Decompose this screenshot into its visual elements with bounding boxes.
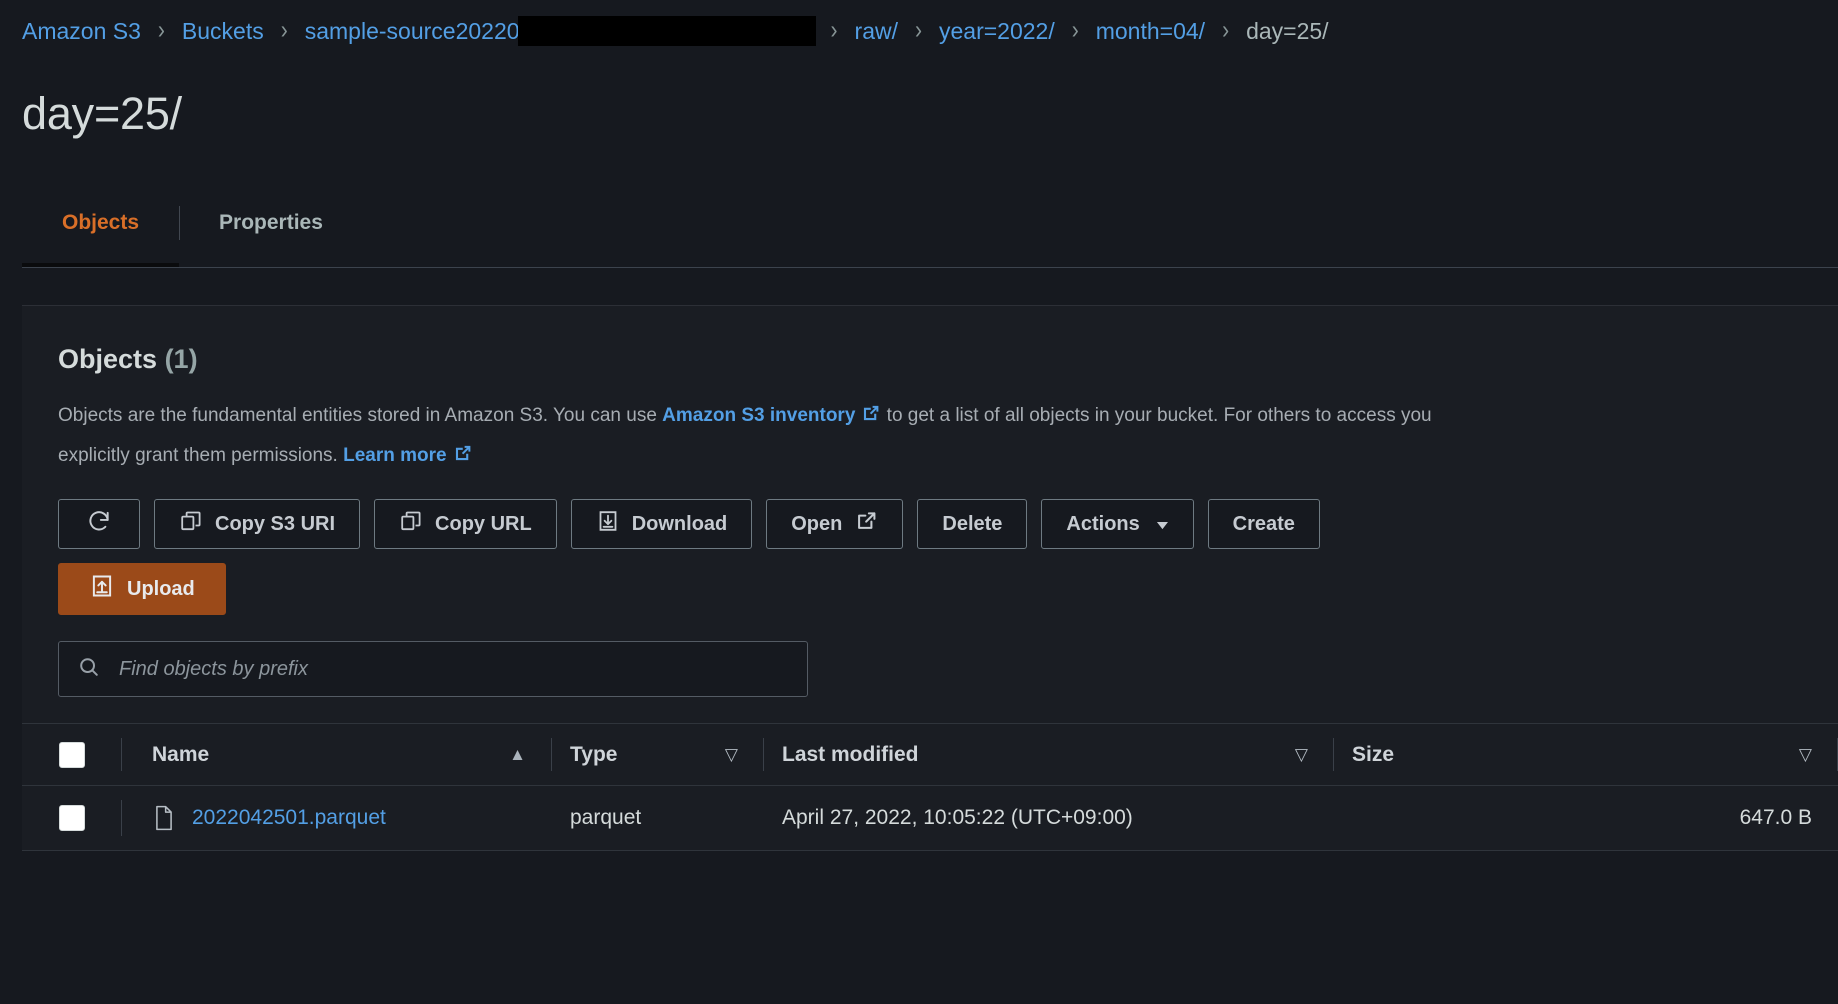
copy-s3-uri-button[interactable]: Copy S3 URI bbox=[154, 499, 361, 549]
actions-label: Actions bbox=[1066, 512, 1140, 535]
download-label: Download bbox=[631, 512, 728, 535]
objects-toolbar: Copy S3 URI Copy URL Download Open Delet… bbox=[58, 499, 1838, 549]
breadcrumb-separator-icon: › bbox=[914, 16, 922, 45]
open-label: Open bbox=[791, 512, 843, 535]
cell-last-modified: April 27, 2022, 10:05:22 (UTC+09:00) bbox=[764, 786, 1334, 850]
object-name-link[interactable]: 2022042501.parquet bbox=[192, 806, 386, 830]
objects-panel-header: Objects (1) Objects are the fundamental … bbox=[22, 306, 1838, 477]
upload-label: Upload bbox=[127, 577, 195, 600]
open-button[interactable]: Open bbox=[766, 499, 904, 549]
chevron-down-icon: ▼ bbox=[1152, 516, 1172, 532]
delete-button[interactable]: Delete bbox=[917, 499, 1028, 549]
sort-ascending-icon[interactable]: ▲ bbox=[509, 746, 526, 763]
table-row: 2022042501.parquet parquet April 27, 202… bbox=[22, 785, 1838, 851]
breadcrumb-item-raw[interactable]: raw/ bbox=[855, 18, 898, 45]
external-link-icon bbox=[854, 509, 878, 539]
tab-bar-divider bbox=[22, 267, 1838, 268]
objects-panel: Objects (1) Objects are the fundamental … bbox=[22, 305, 1838, 851]
breadcrumb-bucket-name: sample-source20220 bbox=[304, 18, 520, 44]
objects-heading: Objects (1) bbox=[58, 344, 1838, 375]
tab-objects[interactable]: Objects bbox=[22, 194, 180, 267]
objects-heading-label: Objects bbox=[58, 344, 158, 374]
object-type: parquet bbox=[570, 806, 642, 829]
breadcrumb-separator-icon: › bbox=[1071, 16, 1079, 45]
cell-type: parquet bbox=[552, 786, 764, 850]
tab-objects-label: Objects bbox=[62, 211, 140, 234]
objects-count: (1) bbox=[164, 344, 198, 374]
upload-icon bbox=[89, 573, 115, 605]
external-link-icon bbox=[860, 400, 881, 437]
breadcrumb-item-bucket[interactable]: sample-source20220 bbox=[304, 16, 816, 46]
column-header-size-label: Size bbox=[1352, 742, 1395, 766]
select-all-cell bbox=[22, 724, 122, 785]
search-input[interactable] bbox=[117, 656, 789, 682]
breadcrumb-item-year[interactable]: year=2022/ bbox=[939, 18, 1055, 45]
row-checkbox[interactable] bbox=[59, 805, 85, 831]
upload-row: Upload bbox=[58, 563, 1838, 615]
actions-button[interactable]: Actions ▼ bbox=[1041, 499, 1194, 549]
tab-bar: Objects Properties bbox=[0, 194, 1838, 268]
objects-table: Name ▲ Type ▽ Last modified ▽ Size ▽ 202… bbox=[22, 723, 1838, 851]
breadcrumb-item-buckets[interactable]: Buckets bbox=[182, 18, 264, 45]
search-row bbox=[58, 641, 1838, 697]
search-icon bbox=[77, 655, 101, 684]
row-select-cell bbox=[22, 786, 122, 850]
page-title: day=25/ bbox=[22, 88, 182, 139]
table-header-row: Name ▲ Type ▽ Last modified ▽ Size ▽ bbox=[22, 723, 1838, 785]
download-button[interactable]: Download bbox=[570, 499, 753, 549]
sort-icon[interactable]: ▽ bbox=[725, 746, 738, 763]
objects-description-text-3: explicitly grant them permissions. bbox=[58, 445, 344, 466]
column-header-last-modified[interactable]: Last modified ▽ bbox=[764, 724, 1334, 785]
objects-description-text-2: to get a list of all objects in your buc… bbox=[881, 405, 1432, 426]
column-header-type-label: Type bbox=[570, 742, 618, 766]
tab-properties[interactable]: Properties bbox=[179, 194, 363, 252]
breadcrumb-separator-icon: › bbox=[280, 16, 288, 45]
sort-icon[interactable]: ▽ bbox=[1799, 746, 1812, 763]
cell-name: 2022042501.parquet bbox=[122, 786, 552, 850]
copy-icon bbox=[179, 509, 203, 539]
column-header-name-label: Name bbox=[152, 742, 210, 766]
objects-description: Objects are the fundamental entities sto… bbox=[58, 397, 1838, 477]
select-all-checkbox[interactable] bbox=[59, 741, 85, 768]
breadcrumb: Amazon S3 › Buckets › sample-source20220… bbox=[0, 0, 1838, 62]
download-icon bbox=[596, 509, 620, 539]
redaction-bar bbox=[517, 16, 816, 46]
breadcrumb-item-amazon-s3[interactable]: Amazon S3 bbox=[22, 18, 141, 45]
column-header-type[interactable]: Type ▽ bbox=[552, 724, 764, 785]
external-link-icon bbox=[452, 440, 473, 477]
breadcrumb-separator-icon: › bbox=[830, 16, 838, 45]
create-folder-button[interactable]: Create bbox=[1207, 499, 1320, 549]
breadcrumb-item-month[interactable]: month=04/ bbox=[1096, 18, 1205, 45]
search-box[interactable] bbox=[58, 641, 808, 697]
object-size: 647.0 B bbox=[1739, 806, 1812, 829]
sort-icon[interactable]: ▽ bbox=[1295, 746, 1308, 763]
upload-button[interactable]: Upload bbox=[58, 563, 226, 615]
breadcrumb-separator-icon: › bbox=[1222, 16, 1230, 45]
column-header-name[interactable]: Name ▲ bbox=[122, 724, 552, 785]
breadcrumb-separator-icon: › bbox=[157, 16, 165, 45]
tab-properties-label: Properties bbox=[219, 211, 323, 234]
object-last-modified: April 27, 2022, 10:05:22 (UTC+09:00) bbox=[782, 806, 1133, 829]
copy-url-button[interactable]: Copy URL bbox=[374, 499, 557, 549]
create-folder-label: Create bbox=[1232, 512, 1295, 535]
copy-icon bbox=[399, 509, 423, 539]
learn-more-link[interactable]: Learn more bbox=[343, 445, 446, 466]
breadcrumb-item-day: day=25/ bbox=[1246, 17, 1329, 44]
objects-description-text-1: Objects are the fundamental entities sto… bbox=[58, 405, 663, 426]
copy-s3-uri-label: Copy S3 URI bbox=[215, 512, 336, 535]
column-header-last-modified-label: Last modified bbox=[782, 742, 919, 766]
amazon-s3-inventory-link[interactable]: Amazon S3 inventory bbox=[662, 405, 855, 426]
column-header-size[interactable]: Size ▽ bbox=[1334, 724, 1838, 785]
copy-url-label: Copy URL bbox=[435, 512, 532, 535]
refresh-button[interactable] bbox=[58, 499, 140, 549]
delete-label: Delete bbox=[942, 512, 1003, 535]
refresh-icon bbox=[86, 508, 112, 540]
file-icon bbox=[152, 805, 176, 831]
cell-size: 647.0 B bbox=[1334, 786, 1838, 850]
